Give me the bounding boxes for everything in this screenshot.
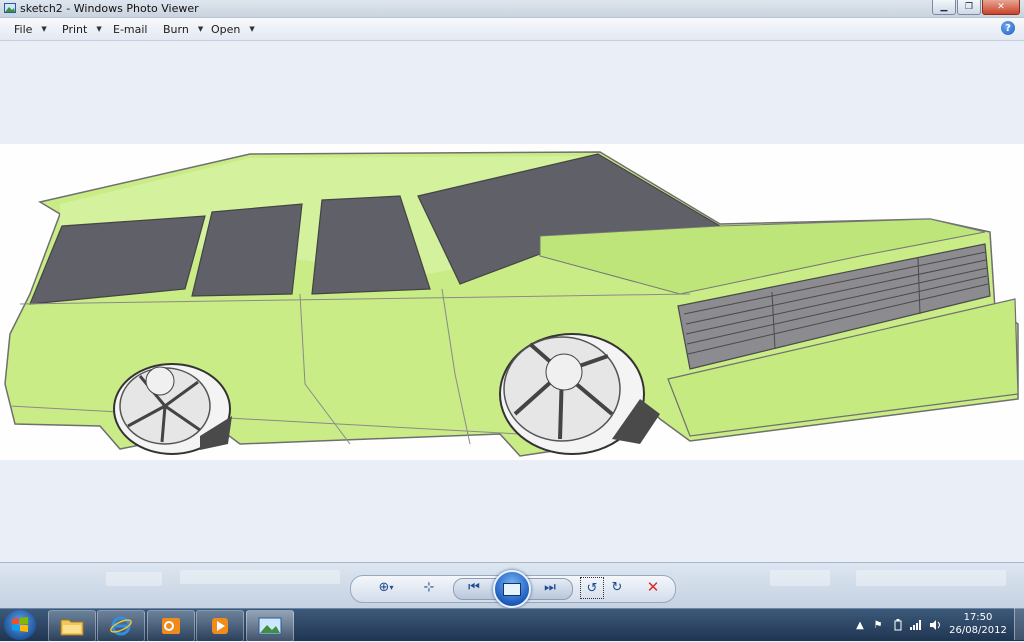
action-center-flag-icon[interactable]: ⚑: [872, 619, 884, 631]
ghosted-background-element: [180, 570, 340, 584]
show-hidden-icons-icon[interactable]: ▲: [854, 619, 866, 631]
window-title: sketch2 - Windows Photo Viewer: [20, 2, 199, 15]
actual-size-icon: ⊹: [423, 579, 435, 595]
rotate-counterclockwise-button[interactable]: ↺: [580, 577, 604, 599]
delete-icon: ✕: [646, 578, 660, 596]
menu-open[interactable]: Open ▼: [211, 22, 255, 36]
menu-bar: File ▼ Print ▼ E-mail Burn ▼ Open ▼ ?: [0, 18, 1024, 41]
dropdown-caret-icon: ▼: [197, 25, 204, 33]
menu-print[interactable]: Print ▼: [62, 22, 102, 36]
menu-email[interactable]: E-mail: [113, 22, 148, 36]
minimize-button[interactable]: ▁: [932, 0, 956, 15]
zoom-dropdown-caret-icon: ▾: [389, 582, 394, 592]
magnifier-icon: ⊕: [378, 579, 390, 595]
photo-viewer-icon: [258, 617, 282, 635]
dropdown-caret-icon: ▼: [41, 25, 47, 33]
system-clock[interactable]: 17:50 26/08/2012: [948, 611, 1008, 637]
network-signal-icon[interactable]: [910, 619, 922, 631]
menu-file-label: File: [14, 22, 33, 36]
next-icon: ⏭: [544, 579, 556, 595]
rotate-cw-icon: ↻: [611, 579, 623, 595]
taskbar-media-player[interactable]: [196, 610, 244, 642]
window-controls: ▁ ❐ ✕: [931, 0, 1020, 16]
volume-icon[interactable]: [930, 619, 942, 631]
slideshow-icon: [503, 582, 521, 596]
menu-burn[interactable]: Burn ▼: [163, 22, 203, 36]
menu-file[interactable]: File ▼: [14, 22, 47, 36]
delete-button[interactable]: ✕: [642, 577, 664, 597]
internet-explorer-icon: [110, 616, 132, 636]
clock-time: 17:50: [963, 612, 993, 623]
menu-print-label: Print: [62, 22, 88, 36]
displayed-photo: [0, 144, 1024, 460]
dropdown-caret-icon: ▼: [249, 25, 255, 33]
media-player-icon: [212, 618, 228, 634]
menu-open-label: Open: [211, 22, 241, 36]
ghosted-background-element: [106, 572, 162, 586]
menu-email-label: E-mail: [113, 22, 148, 36]
slideshow-button[interactable]: [493, 570, 531, 608]
start-button[interactable]: [4, 610, 36, 640]
close-button[interactable]: ✕: [982, 0, 1020, 15]
dropdown-caret-icon: ▼: [96, 25, 102, 33]
maximize-button[interactable]: ❐: [957, 0, 981, 15]
taskbar-outlook[interactable]: [147, 610, 195, 642]
clock-date: 26/08/2012: [949, 625, 1007, 636]
taskbar-internet-explorer[interactable]: [97, 610, 145, 642]
rotate-ccw-icon: ↺: [586, 580, 598, 596]
taskbar-photo-viewer[interactable]: [246, 610, 294, 642]
help-icon[interactable]: ?: [1001, 21, 1015, 35]
next-button[interactable]: ⏭: [539, 577, 561, 597]
title-bar[interactable]: sketch2 - Windows Photo Viewer ▁ ❐ ✕: [0, 0, 1024, 18]
actual-size-button[interactable]: ⊹: [418, 577, 440, 597]
previous-button[interactable]: ⏮: [463, 577, 485, 597]
windows-logo-icon: [12, 617, 28, 632]
rotate-clockwise-button[interactable]: ↻: [606, 577, 628, 597]
ghosted-background-element: [856, 570, 1006, 586]
rear-wheel: [113, 363, 232, 455]
car-sketch-image: [4, 151, 1019, 457]
outlook-icon: [162, 618, 180, 634]
zoom-button[interactable]: ⊕ ▾: [371, 577, 401, 597]
menu-burn-label: Burn: [163, 22, 189, 36]
ghosted-background-element: [770, 570, 830, 586]
image-viewing-area: [0, 41, 1024, 562]
taskbar-file-explorer[interactable]: [48, 610, 96, 642]
photo-viewer-app-icon: [4, 2, 16, 14]
folder-icon: [60, 619, 84, 636]
previous-icon: ⏮: [468, 579, 480, 595]
show-desktop-button[interactable]: [1014, 608, 1024, 640]
taskbar: ▲ ⚑: [0, 608, 1024, 642]
power-icon[interactable]: [892, 619, 904, 631]
